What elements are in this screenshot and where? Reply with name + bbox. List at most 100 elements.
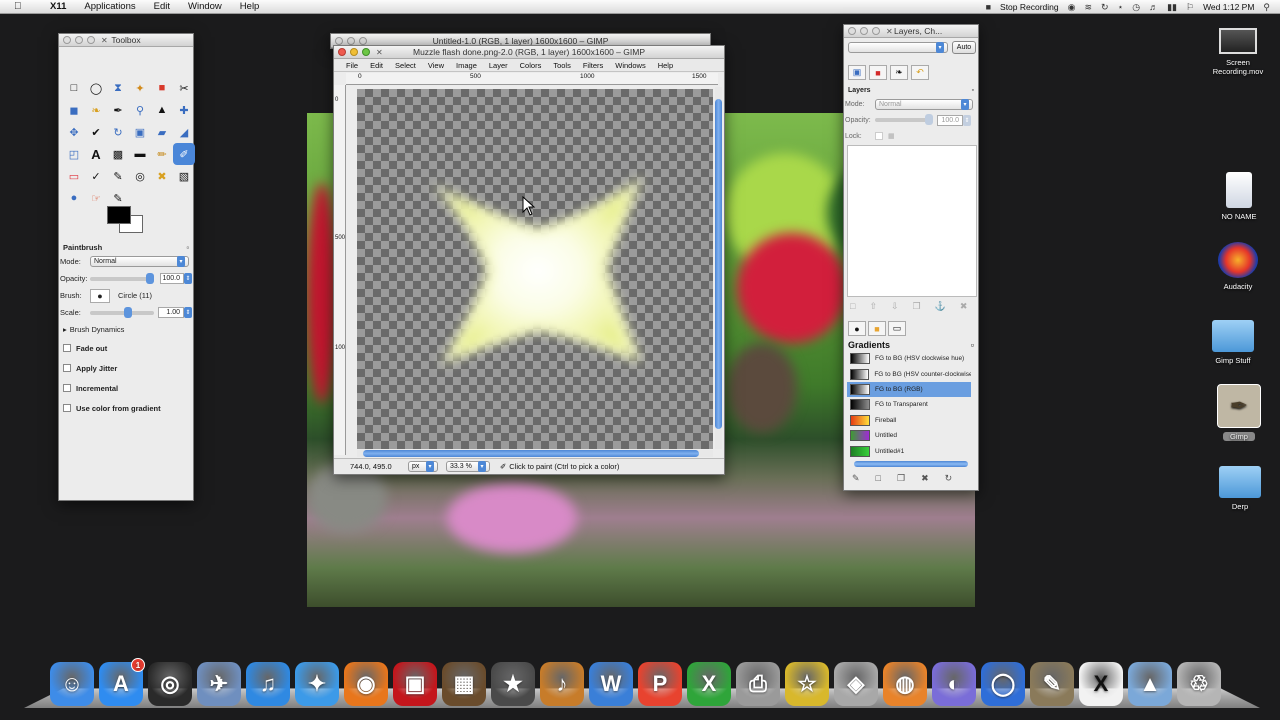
crop-tool-icon[interactable]: ✔ xyxy=(85,121,107,143)
brush-dynamics-label[interactable]: Brush Dynamics xyxy=(70,325,125,334)
bluetooth-icon[interactable]: ⋆ xyxy=(1118,2,1124,13)
color-picker-tool-icon[interactable]: ✒ xyxy=(107,99,129,121)
measure-tool-icon[interactable]: ▲ xyxy=(151,99,173,121)
eraser-tool-icon[interactable]: ▭ xyxy=(63,165,85,187)
gradient-item[interactable]: Untitled xyxy=(847,428,971,443)
layer-opacity-input[interactable]: 100.0 xyxy=(937,114,963,126)
zoom-button[interactable] xyxy=(872,27,880,35)
checkbox[interactable] xyxy=(63,404,71,412)
dock-item-safari[interactable]: ✦ xyxy=(295,662,339,706)
tab-gradients[interactable]: ▭ xyxy=(888,321,906,336)
mode-select[interactable]: Normal ▾ xyxy=(90,256,189,267)
new-layer-icon[interactable]: □ xyxy=(850,301,855,312)
menu-select[interactable]: Select xyxy=(395,61,416,70)
dock-item-firefox[interactable]: ◉ xyxy=(344,662,388,706)
checkbox[interactable] xyxy=(63,364,71,372)
desktop-icon-gimp[interactable]: ✒ Gimp xyxy=(1209,384,1269,441)
shear-tool-icon[interactable]: ▰ xyxy=(151,121,173,143)
image-window-titlebar[interactable]: ✕ Muzzle flash done.png-2.0 (RGB, 1 laye… xyxy=(334,46,724,59)
incremental-option[interactable]: Incremental xyxy=(59,378,193,398)
menu-filters[interactable]: Filters xyxy=(583,61,603,70)
flag-icon[interactable]: ⚐ xyxy=(1186,2,1194,13)
options-menu-icon[interactable]: ▫ xyxy=(186,243,189,252)
panel-menu-icon[interactable]: ▫ xyxy=(972,87,974,94)
tab-patterns[interactable]: ■ xyxy=(868,321,886,336)
volume-icon[interactable]: ♬ xyxy=(1149,2,1158,12)
delete-layer-icon[interactable]: ✖ xyxy=(960,301,968,312)
panel-menu-icon[interactable]: ▫ xyxy=(971,340,974,350)
text-tool-icon[interactable]: A xyxy=(85,143,107,165)
dock-item-blender[interactable]: ◍ xyxy=(883,662,927,706)
menu-windows[interactable]: Windows xyxy=(615,61,645,70)
flip-tool-icon[interactable]: ◰ xyxy=(63,143,85,165)
edit-gradient-icon[interactable]: ✎ xyxy=(852,473,860,484)
dock-item-preview[interactable]: ✈ xyxy=(197,662,241,706)
checkbox[interactable] xyxy=(63,384,71,392)
lock-pixels-checkbox[interactable] xyxy=(875,132,883,140)
dock-item-garageband[interactable]: ♪ xyxy=(540,662,584,706)
dock-item-x11[interactable]: X xyxy=(1079,662,1123,706)
layer-opacity-slider[interactable] xyxy=(875,114,933,125)
layer-opacity-stepper[interactable]: ⇕ xyxy=(963,114,971,126)
minimize-button[interactable] xyxy=(347,36,355,45)
menu-tools[interactable]: Tools xyxy=(553,61,571,70)
fade-out-option[interactable]: Fade out xyxy=(59,338,193,358)
desktop-icon-screen-recording[interactable]: Screen Recording.mov xyxy=(1208,28,1268,76)
menu-edit[interactable]: Edit xyxy=(154,1,170,12)
gradient-item[interactable]: FG to Transparent xyxy=(847,397,971,412)
clock[interactable]: Wed 1:12 PM xyxy=(1203,2,1254,12)
timemachine-icon[interactable]: ◷ xyxy=(1132,2,1140,13)
ruler-vertical[interactable]: 0 500 1000 xyxy=(334,85,346,455)
zoom-button[interactable] xyxy=(87,36,95,44)
menu-image[interactable]: Image xyxy=(456,61,477,70)
menu-window[interactable]: Window xyxy=(188,1,222,12)
perspective-clone-tool-icon[interactable]: ▧ xyxy=(173,165,195,187)
toolbox-titlebar[interactable]: ✕ Toolbox xyxy=(59,34,193,47)
eye-icon[interactable]: ◉ xyxy=(1068,2,1076,13)
ellipse-select-tool-icon[interactable]: ◯ xyxy=(85,77,107,99)
menu-help[interactable]: Help xyxy=(240,1,260,12)
minimize-button[interactable] xyxy=(860,27,868,35)
expand-triangle-icon[interactable]: ▸ xyxy=(63,325,67,334)
opacity-input[interactable]: 100.0 xyxy=(160,273,184,284)
foreground-select-tool-icon[interactable]: ◼ xyxy=(63,99,85,121)
minimize-button[interactable] xyxy=(350,48,358,56)
gradient-item[interactable]: FG to BG (HSV counter-clockwise) xyxy=(847,366,971,381)
refresh-gradients-icon[interactable]: ↻ xyxy=(945,473,953,484)
opacity-slider-knob[interactable] xyxy=(146,272,154,284)
dock-item-itunes[interactable]: ♫ xyxy=(246,662,290,706)
airbrush-tool-icon[interactable]: ✓ xyxy=(85,165,107,187)
scissors-tool-icon[interactable]: ✂ xyxy=(173,77,195,99)
spotlight-icon[interactable]: ⚲ xyxy=(1263,2,1270,13)
rect-select-tool-icon[interactable]: □ xyxy=(63,77,85,99)
dock-item-app-store[interactable]: A1 xyxy=(99,658,145,706)
scale-tool-icon[interactable]: ▣ xyxy=(129,121,151,143)
desktop-icon-derp[interactable]: Derp xyxy=(1210,466,1270,511)
opacity-stepper[interactable]: ⇕ xyxy=(184,273,192,284)
tab-channels[interactable]: ■ xyxy=(869,65,887,80)
gradient-item[interactable]: Fireball xyxy=(847,413,971,428)
menu-view[interactable]: View xyxy=(428,61,444,70)
scale-input[interactable]: 1.00 xyxy=(158,307,184,318)
menu-edit[interactable]: Edit xyxy=(370,61,383,70)
dock-item-imovie[interactable]: ★ xyxy=(491,662,535,706)
zoom-button[interactable] xyxy=(362,48,370,56)
new-gradient-icon[interactable]: □ xyxy=(876,473,881,484)
ink-tool-icon[interactable]: ✎ xyxy=(107,165,129,187)
align-tool-icon[interactable]: ✥ xyxy=(63,121,85,143)
delete-gradient-icon[interactable]: ✖ xyxy=(921,473,929,484)
gradient-item[interactable]: FG to BG (RGB) xyxy=(847,381,971,398)
layer-mode-select[interactable]: Normal ▾ xyxy=(875,98,973,110)
apply-jitter-option[interactable]: Apply Jitter xyxy=(59,358,193,378)
menu-layer[interactable]: Layer xyxy=(489,61,508,70)
dock-item-gimp[interactable]: ✎ xyxy=(1030,662,1074,706)
auto-button[interactable]: Auto xyxy=(952,41,976,54)
minimize-button[interactable] xyxy=(75,36,83,44)
desktop-icon-gimp-stuff[interactable]: Gimp Stuff xyxy=(1203,320,1263,365)
paths-tool-icon[interactable]: ❧ xyxy=(85,99,107,121)
vertical-scroll-thumb[interactable] xyxy=(715,99,722,429)
raise-layer-icon[interactable]: ⇧ xyxy=(869,301,877,312)
scale-stepper[interactable]: ⇕ xyxy=(184,307,192,318)
smudge-tool-icon[interactable]: ☞ xyxy=(85,187,107,209)
tab-paths[interactable]: ❧ xyxy=(890,65,908,80)
